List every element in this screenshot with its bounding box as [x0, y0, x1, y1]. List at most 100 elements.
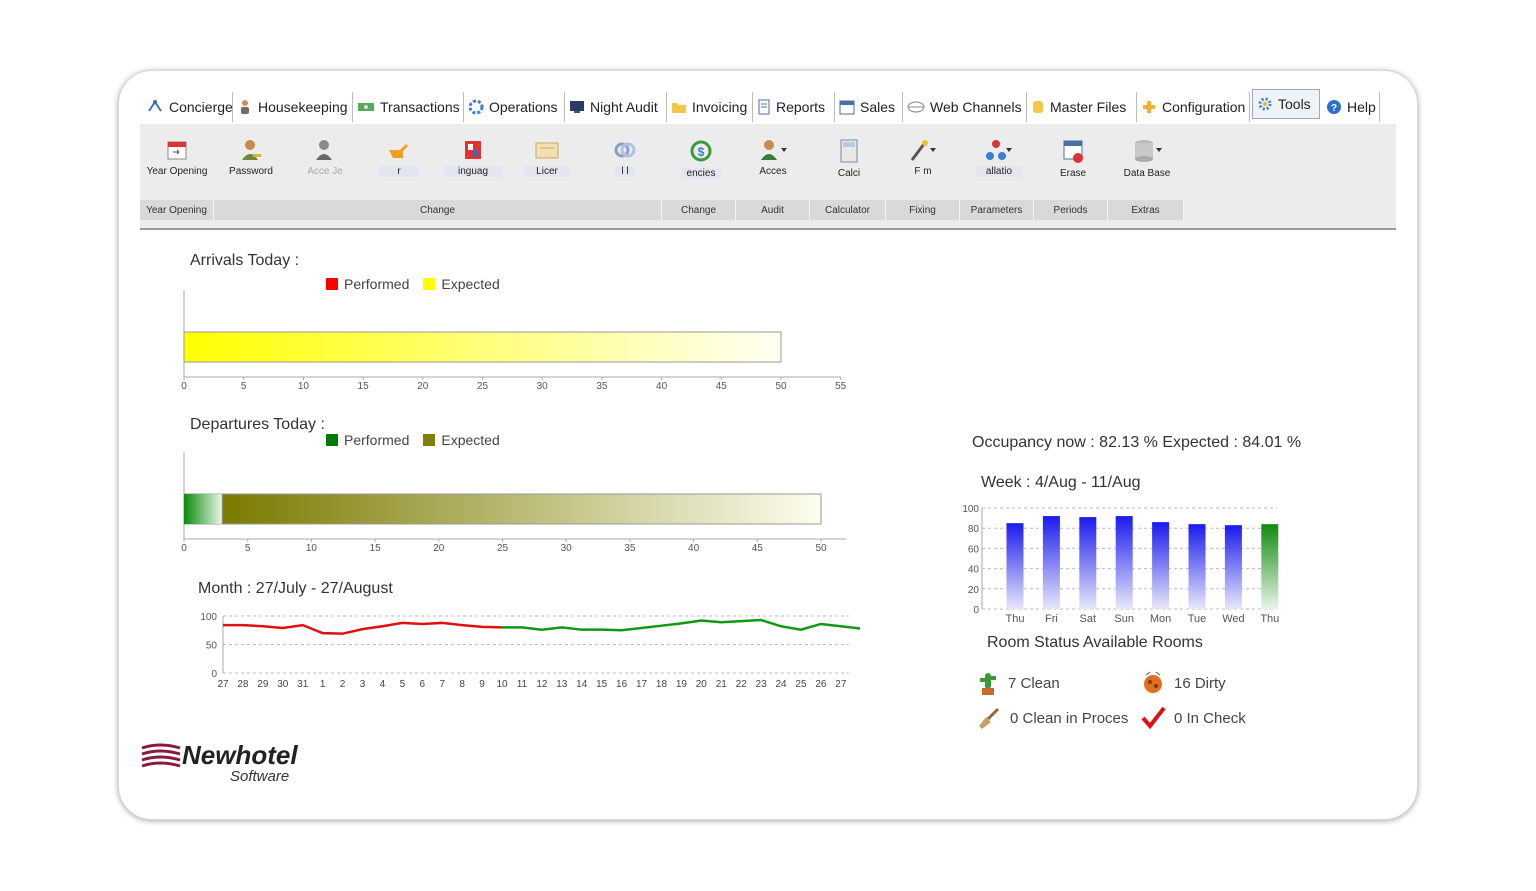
- housekeeper-icon: [241, 100, 249, 114]
- help-icon: ?: [1327, 100, 1341, 114]
- group-fixing: Fixing: [886, 200, 960, 220]
- access-users-button[interactable]: Acces: [738, 138, 808, 186]
- logo-sub: Software: [230, 768, 290, 785]
- calendar-open-icon: [167, 141, 187, 160]
- chain-icon: [614, 142, 636, 158]
- x-tick-label: 24: [775, 679, 787, 690]
- tab-label: Housekeeping: [258, 99, 348, 115]
- bar-sat: [1079, 517, 1097, 609]
- legend-performed: Performed: [344, 432, 410, 448]
- x-tick-label: 10: [496, 679, 508, 690]
- x-tick-label: 20: [417, 381, 429, 392]
- tab-configuration[interactable]: Configuration: [1137, 92, 1250, 122]
- fixing-button[interactable]: F m: [888, 138, 958, 186]
- x-tick-label: 11: [517, 679, 528, 690]
- group-change-2: Change: [662, 200, 736, 220]
- x-tick-label: Tue: [1188, 613, 1207, 625]
- installation-button[interactable]: allatio: [964, 138, 1034, 186]
- x-tick-label: 15: [358, 381, 370, 392]
- x-tick-label: 50: [815, 543, 827, 554]
- tab-web-channels[interactable]: Web Channels: [903, 92, 1027, 122]
- password-button[interactable]: Password: [216, 138, 286, 186]
- group-year-opening: Year Opening: [140, 200, 214, 220]
- tab-sales[interactable]: Sales: [835, 92, 903, 122]
- x-tick-label: 27: [217, 679, 229, 690]
- currencies-button[interactable]: $ encies: [666, 138, 736, 186]
- y-tick-label: 40: [968, 565, 980, 576]
- year-opening-button[interactable]: Year Opening: [142, 138, 212, 186]
- erase-button[interactable]: Erase: [1038, 138, 1108, 186]
- hand-pointer-icon: [389, 144, 408, 158]
- month-occupancy-chart: 10050027 28 29 30 31 1 2 3 4 5 6 7 8 9 10 11 12 13 14 15 16 1…: [200, 612, 860, 690]
- x-tick-label: 7: [439, 679, 445, 690]
- tab-label: Help: [1347, 99, 1376, 115]
- puzzle-icon: [1143, 101, 1155, 113]
- week-occupancy-chart: 100 80 60 40 20 0 Thu Fri Sat Sun Mon Tue Wed Thu: [962, 504, 1279, 625]
- arrivals-title: Arrivals Today :: [190, 252, 300, 269]
- x-tick-label: 26: [815, 679, 827, 690]
- tab-help[interactable]: ? Help: [1322, 92, 1380, 122]
- access-button[interactable]: Acce Je: [290, 138, 360, 186]
- network-icon: [986, 140, 1012, 160]
- tab-invoicing[interactable]: Invoicing: [667, 92, 753, 122]
- x-tick-label: 18: [656, 679, 668, 690]
- wand-icon: [910, 140, 936, 161]
- tab-label: Sales: [860, 99, 896, 115]
- group-parameters: Parameters: [960, 200, 1034, 220]
- main-tab-bar: Concierge Housekeeping Transactions Oper…: [140, 89, 1396, 125]
- tab-tools[interactable]: Tools: [1252, 89, 1320, 119]
- x-tick-label: 40: [688, 543, 700, 554]
- concierge-icon: [148, 100, 162, 112]
- x-tick-label: 0: [181, 543, 187, 554]
- erase-calendar-icon: [1063, 140, 1083, 163]
- folder-icon: [672, 103, 686, 113]
- legend-swatch-expected: [423, 434, 436, 446]
- x-tick-label: 20: [696, 679, 708, 690]
- x-tick-label: 5: [241, 381, 247, 392]
- legend-swatch-expected: [423, 278, 436, 290]
- tab-reports[interactable]: Reports: [753, 92, 835, 122]
- room-status-clean: 7 Clean: [976, 670, 1060, 696]
- license-button[interactable]: Licer: [512, 138, 582, 186]
- bar-expected: [183, 331, 782, 363]
- database-grey-icon: [1135, 140, 1162, 162]
- calculator-button[interactable]: Calci: [814, 138, 884, 186]
- database-button[interactable]: Data Base: [1112, 138, 1182, 186]
- tab-operations[interactable]: Operations: [464, 92, 565, 122]
- bar-thu: [1006, 523, 1024, 609]
- y-tick-label: 0: [973, 605, 979, 616]
- tab-housekeeping[interactable]: Housekeeping: [233, 92, 353, 122]
- logo-name: Newhotel: [182, 740, 298, 770]
- tab-label: Master Files: [1050, 99, 1127, 115]
- bar-tue: [1188, 524, 1206, 609]
- departures-legend: Performed Expected: [326, 432, 504, 448]
- x-tick-label: 15: [596, 679, 608, 690]
- x-tick-label: 10: [298, 381, 310, 392]
- tab-master-files[interactable]: Master Files: [1027, 92, 1137, 122]
- language-button[interactable]: inguag: [438, 138, 508, 186]
- x-tick-label: 25: [497, 543, 509, 554]
- bar-mon: [1152, 522, 1170, 609]
- bar-thu: [1261, 524, 1279, 609]
- x-tick-label: 12: [536, 679, 548, 690]
- x-tick-label: 40: [656, 381, 668, 392]
- tab-label: Web Channels: [930, 99, 1022, 115]
- dirty-icon: [1144, 671, 1162, 693]
- x-tick-label: 0: [181, 381, 187, 392]
- x-tick-label: Wed: [1222, 613, 1244, 625]
- x-tick-label: 30: [561, 543, 573, 554]
- tab-label: Reports: [776, 99, 826, 115]
- svg-text:?: ?: [1331, 103, 1337, 114]
- pointer-button[interactable]: r: [364, 138, 434, 186]
- operations-icon: [468, 99, 484, 115]
- x-tick-label: 15: [370, 543, 382, 554]
- links-button[interactable]: l l: [590, 138, 660, 186]
- x-tick-label: 25: [477, 381, 489, 392]
- x-tick-label: 17: [636, 679, 648, 690]
- x-tick-label: Sat: [1080, 613, 1097, 625]
- tab-concierge[interactable]: Concierge: [142, 92, 233, 122]
- currency-icon: $: [690, 140, 712, 162]
- x-tick-label: 29: [257, 679, 269, 690]
- tab-transactions[interactable]: Transactions: [353, 92, 464, 122]
- tab-night-audit[interactable]: Night Audit: [565, 92, 667, 122]
